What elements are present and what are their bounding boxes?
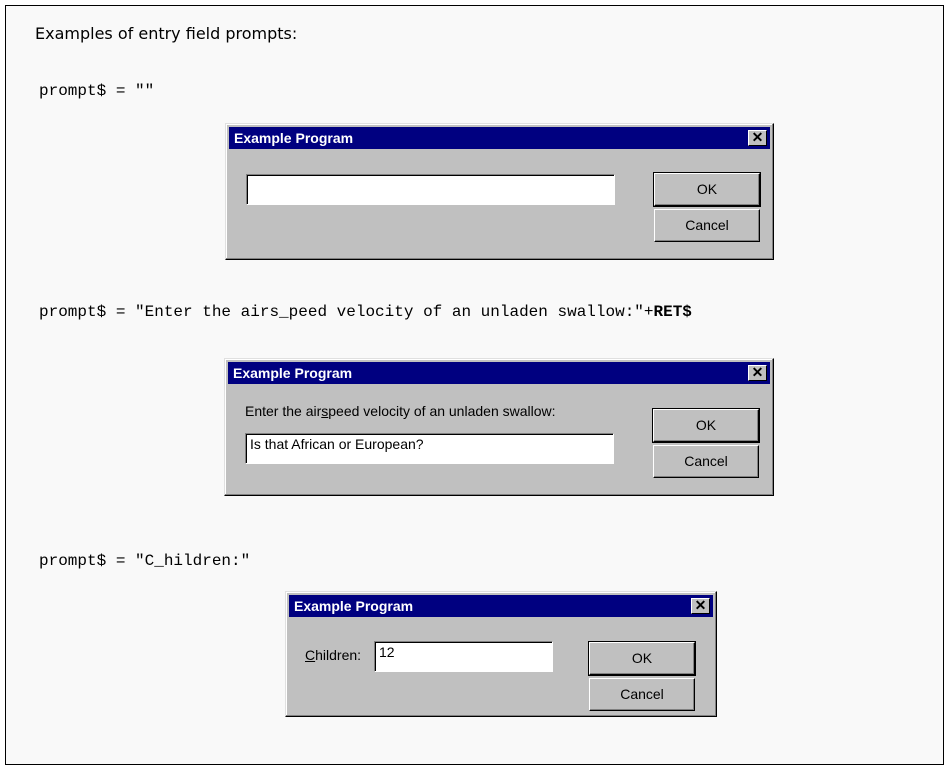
examples-panel: Examples of entry field prompts: prompt$… — [5, 5, 944, 765]
dialog-titlebar[interactable]: Example Program ✕ — [229, 127, 770, 149]
cancel-button[interactable]: Cancel — [654, 209, 760, 242]
cancel-button[interactable]: Cancel — [589, 678, 695, 711]
dialog-titlebar[interactable]: Example Program ✕ — [289, 595, 713, 617]
children-input[interactable]: 12 — [374, 641, 553, 672]
dialog-title: Example Program — [234, 130, 354, 146]
ok-button[interactable]: OK — [653, 172, 761, 207]
dialog-example-1: Example Program ✕ OK Cancel — [225, 123, 774, 260]
heading: Examples of entry field prompts: — [35, 24, 298, 43]
dialog-title: Example Program — [233, 365, 353, 381]
children-label: Children: — [305, 647, 362, 663]
dialog-example-2: Example Program ✕ Enter the airspeed vel… — [224, 358, 774, 496]
close-button[interactable]: ✕ — [748, 129, 767, 146]
close-button[interactable]: ✕ — [691, 597, 710, 614]
code-ret-token: RET$ — [653, 303, 692, 321]
close-icon: ✕ — [751, 129, 764, 145]
code-line-2: prompt$ = "Enter the airs_peed velocity … — [39, 303, 692, 321]
prompt-input[interactable]: Is that African or European? — [245, 433, 614, 464]
prompt-label: Enter the airspeed velocity of an unlade… — [245, 403, 556, 419]
dialog-example-3: Example Program ✕ Children: 12 OK Cancel — [285, 591, 717, 717]
code-text: prompt$ = "Enter the airs_peed velocity … — [39, 303, 654, 321]
ok-button[interactable]: OK — [588, 641, 696, 676]
close-icon: ✕ — [694, 597, 707, 613]
accelerator-key: C — [305, 647, 316, 663]
prompt-input[interactable] — [246, 174, 615, 205]
close-button[interactable]: ✕ — [748, 364, 767, 381]
cancel-button[interactable]: Cancel — [653, 445, 759, 478]
dialog-titlebar[interactable]: Example Program ✕ — [228, 362, 770, 384]
close-icon: ✕ — [751, 364, 764, 380]
ok-button[interactable]: OK — [652, 408, 760, 443]
code-line-1: prompt$ = "" — [39, 82, 155, 100]
dialog-title: Example Program — [294, 598, 414, 614]
code-line-3: prompt$ = "C_hildren:" — [39, 552, 251, 570]
